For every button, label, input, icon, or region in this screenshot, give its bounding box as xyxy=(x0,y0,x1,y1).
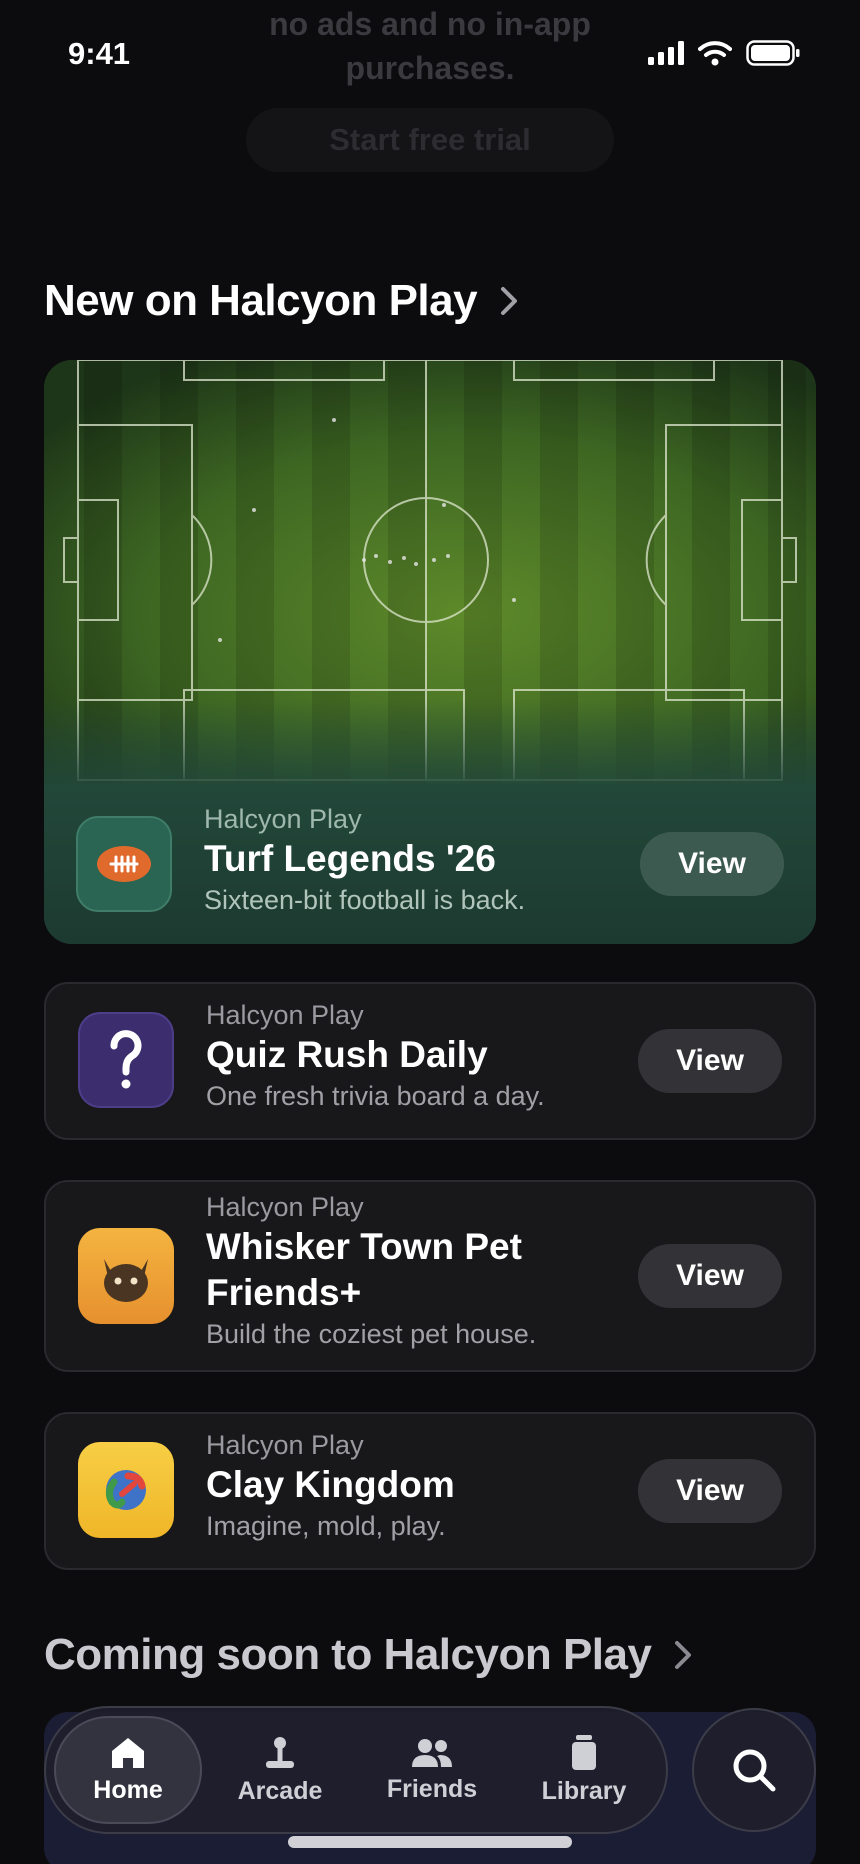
tab-label: Library xyxy=(541,1776,627,1805)
featured-app-text: Halcyon Play Turf Legends '26 Sixteen-bi… xyxy=(204,802,525,918)
app-card-clay-kingdom[interactable]: Halcyon Play Clay Kingdom Imagine, mold,… xyxy=(44,1412,816,1570)
app-subtitle: Imagine, mold, play. xyxy=(206,1511,446,1541)
tab-library[interactable]: Library xyxy=(510,1716,658,1824)
library-icon xyxy=(572,1734,596,1770)
tab-friends[interactable]: Friends xyxy=(358,1716,506,1824)
home-icon xyxy=(112,1737,144,1768)
app-publisher: Halcyon Play xyxy=(206,1430,364,1460)
joystick-icon xyxy=(266,1736,294,1768)
start-free-trial-button[interactable]: Start free trial xyxy=(246,108,614,172)
app-card-quiz-rush[interactable]: Halcyon Play Quiz Rush Daily One fresh t… xyxy=(44,982,816,1140)
search-button[interactable] xyxy=(692,1708,816,1832)
app-subtitle: Sixteen-bit football is back. xyxy=(204,885,526,915)
battery-icon xyxy=(746,40,800,66)
chevron-right-icon xyxy=(675,1641,692,1669)
app-publisher: Halcyon Play xyxy=(206,1192,364,1222)
status-bar: 9:41 xyxy=(0,0,860,110)
app-name: Turf Legends '26 xyxy=(204,838,496,879)
people-icon xyxy=(412,1738,452,1767)
tab-arcade[interactable]: Arcade xyxy=(206,1716,354,1824)
app-card-whisker-town[interactable]: Halcyon Play Whisker Town Pet Friends+ B… xyxy=(44,1180,816,1372)
tab-home[interactable]: Home xyxy=(54,1716,202,1824)
app-name: Clay Kingdom xyxy=(206,1464,455,1505)
app-subtitle: One fresh trivia board a day. xyxy=(206,1081,545,1111)
view-button[interactable]: View xyxy=(638,1244,782,1308)
wifi-icon xyxy=(698,41,732,66)
app-publisher: Halcyon Play xyxy=(206,1000,364,1030)
coming-soon-section-header[interactable]: Coming soon to Halcyon Play xyxy=(44,1630,697,1680)
view-button[interactable]: View xyxy=(640,832,784,896)
football-icon xyxy=(76,816,172,912)
app-publisher: Halcyon Play xyxy=(204,804,362,834)
new-section-header[interactable]: New on Halcyon Play xyxy=(44,276,523,326)
app-text: Halcyon Play Quiz Rush Daily One fresh t… xyxy=(206,998,545,1114)
home-indicator[interactable] xyxy=(288,1836,572,1848)
tab-bar: Home Arcade Friends Library xyxy=(44,1706,668,1834)
featured-app-card[interactable]: Halcyon Play Turf Legends '26 Sixteen-bi… xyxy=(44,360,816,944)
status-time: 9:41 xyxy=(68,36,131,71)
tab-label: Arcade xyxy=(237,1776,323,1805)
tab-label: Home xyxy=(93,1775,163,1804)
app-text: Halcyon Play Clay Kingdom Imagine, mold,… xyxy=(206,1428,455,1544)
app-subtitle: Build the coziest pet house. xyxy=(206,1319,537,1349)
tab-label: Friends xyxy=(386,1774,478,1803)
section-title: New on Halcyon Play xyxy=(44,276,478,325)
chevron-right-icon xyxy=(501,287,518,315)
football-pitch-image xyxy=(44,360,816,784)
view-button[interactable]: View xyxy=(638,1459,782,1523)
app-text: Halcyon Play Whisker Town Pet Friends+ B… xyxy=(206,1190,586,1352)
cellular-signal-icon xyxy=(648,41,684,65)
question-mark-icon xyxy=(78,1012,174,1108)
app-name: Quiz Rush Daily xyxy=(206,1034,488,1075)
featured-app-info: Halcyon Play Turf Legends '26 Sixteen-bi… xyxy=(44,784,816,944)
status-icons xyxy=(648,40,800,66)
view-button[interactable]: View xyxy=(638,1029,782,1093)
clay-ball-icon xyxy=(78,1442,174,1538)
section-title: Coming soon to Halcyon Play xyxy=(44,1630,652,1679)
search-icon xyxy=(733,1749,776,1792)
cat-face-icon xyxy=(78,1228,174,1324)
app-name: Whisker Town Pet Friends+ xyxy=(206,1226,522,1313)
